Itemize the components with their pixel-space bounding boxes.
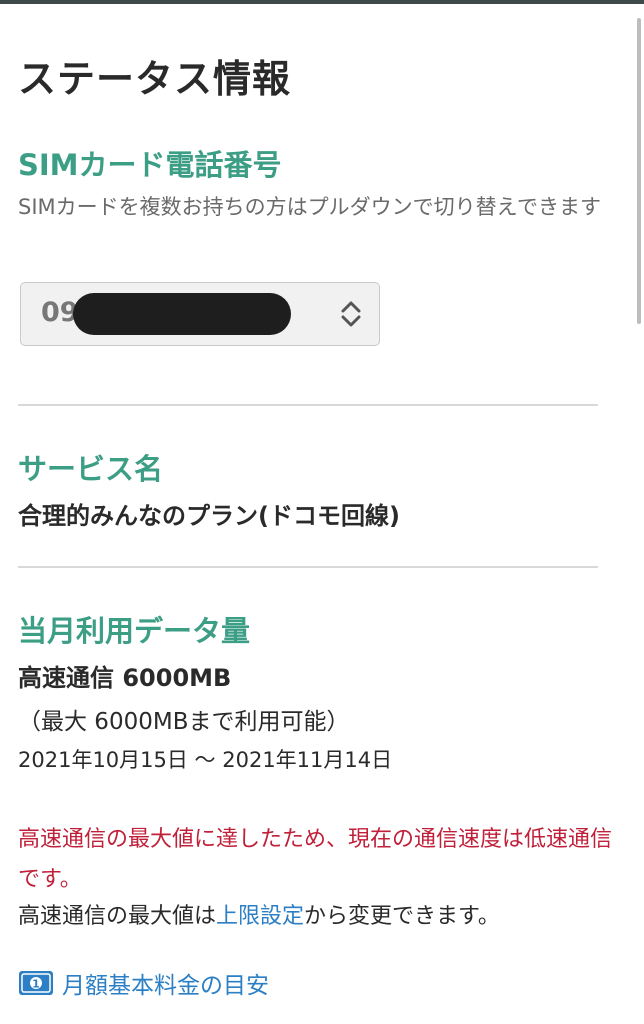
monthly-fee-link-label: 月額基本料金の目安	[62, 973, 269, 999]
data-usage-section-heading: 当月利用データ量	[18, 614, 251, 648]
max-data-note: （最大 6000MBまで利用可能）	[18, 709, 350, 735]
note-suffix: から変更できます。	[304, 904, 500, 929]
page-title: ステータス情報	[18, 57, 292, 101]
sim-number-select[interactable]: 09	[20, 282, 380, 346]
note-prefix: 高速通信の最大値は	[18, 904, 217, 929]
sim-section-heading: SIMカード電話番号	[18, 148, 282, 182]
top-border	[0, 0, 644, 4]
redaction-mask	[73, 293, 291, 335]
money-bill-icon: 1	[19, 971, 53, 995]
high-speed-amount: 高速通信 6000MB	[18, 664, 232, 692]
service-name-value: 合理的みんなのプラン(ドコモ回線)	[18, 502, 400, 530]
divider	[18, 566, 598, 568]
svg-text:1: 1	[32, 978, 40, 991]
usage-period: 2021年10月15日 ～ 2021年11月14日	[18, 748, 393, 772]
scrollbar[interactable]	[637, 18, 641, 324]
speed-warning: 高速通信の最大値に達したため、現在の通信速度は低速通信です。	[18, 827, 613, 892]
divider	[18, 404, 598, 406]
limit-setting-link[interactable]: 上限設定	[216, 904, 304, 929]
limit-setting-note: 高速通信の最大値は上限設定から変更できます。	[18, 898, 500, 930]
updown-chevron-icon	[341, 301, 361, 327]
sim-description: SIMカードを複数お持ちの方はプルダウンで切り替えできます	[18, 195, 602, 219]
service-section-heading: サービス名	[18, 452, 164, 486]
monthly-fee-link[interactable]: 1 月額基本料金の目安	[18, 966, 269, 1000]
